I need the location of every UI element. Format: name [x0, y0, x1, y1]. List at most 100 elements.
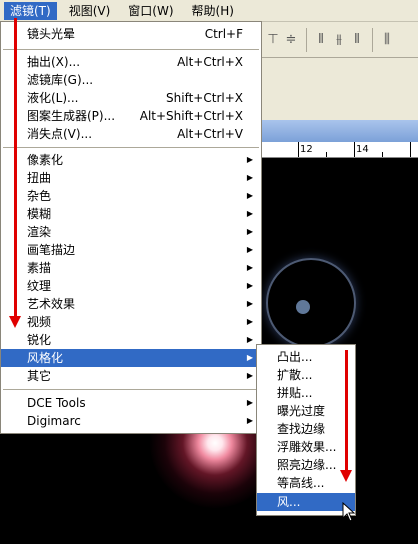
menu-item-filter-gallery[interactable]: 滤镜库(G)... [1, 71, 261, 89]
annotation-arrow-head-icon [9, 316, 21, 328]
menu-item-pixelate[interactable]: 像素化 ▶ [1, 151, 261, 169]
align-middle-icon[interactable]: ≑ [282, 31, 300, 49]
menu-item-label: 图案生成器(P)... [27, 109, 116, 123]
menu-item-shortcut: Shift+Ctrl+X [166, 91, 243, 105]
ruler-tick [298, 142, 299, 157]
menu-item-last-filter[interactable]: 镜头光晕 Ctrl+F [1, 25, 261, 43]
menu-item-render[interactable]: 渲染 ▶ [1, 223, 261, 241]
menu-item-noise[interactable]: 杂色 ▶ [1, 187, 261, 205]
menu-item-pattern-maker[interactable]: 图案生成器(P)... Alt+Shift+Ctrl+X [1, 107, 261, 125]
menu-item-extract[interactable]: 抽出(X)... Alt+Ctrl+X [1, 53, 261, 71]
menu-item-sketch[interactable]: 素描 ▶ [1, 259, 261, 277]
menu-item-liquify[interactable]: 液化(L)... Shift+Ctrl+X [1, 89, 261, 107]
filter-menu-dropdown: 镜头光晕 Ctrl+F 抽出(X)... Alt+Ctrl+X 滤镜库(G)..… [0, 21, 262, 434]
submenu-item-extrude[interactable]: 凸出... [257, 348, 355, 366]
submenu-item-emboss[interactable]: 浮雕效果... [257, 438, 355, 456]
submenu-arrow-icon: ▶ [246, 371, 253, 380]
menu-item-label: 锐化 [27, 333, 52, 347]
submenu-arrow-icon: ▶ [246, 245, 253, 254]
menu-item-label: 艺术效果 [27, 297, 76, 311]
ruler-tick [354, 142, 355, 157]
ruler-tick [326, 152, 327, 157]
menu-window[interactable]: 窗口(W) [122, 2, 179, 20]
stylize-submenu: 凸出... 扩散... 拼贴... 曝光过度 查找边缘 浮雕效果... 照亮边缘… [256, 344, 356, 516]
menu-item-label: 消失点(V)... [27, 127, 93, 141]
menu-item-label: 扭曲 [27, 171, 52, 185]
toolbar-divider [306, 28, 307, 52]
submenu-arrow-icon: ▶ [246, 227, 253, 236]
menu-item-label: 画笔描边 [27, 243, 76, 257]
distribute-right-icon[interactable]: ⫴ [348, 31, 366, 49]
menu-item-label: 像素化 [27, 153, 64, 167]
menu-view[interactable]: 视图(V) [63, 2, 117, 20]
menu-item-label: 风格化 [27, 351, 64, 365]
lens-flare-ring [266, 258, 356, 348]
menu-item-label: 其它 [27, 369, 52, 383]
menu-item-label: Digimarc [27, 414, 81, 428]
toolbar-divider [372, 28, 373, 52]
menu-item-dce-tools[interactable]: DCE Tools ▶ [1, 394, 261, 412]
submenu-item-find-edges[interactable]: 查找边缘 [257, 420, 355, 438]
menu-item-distort[interactable]: 扭曲 ▶ [1, 169, 261, 187]
submenu-item-diffuse[interactable]: 扩散... [257, 366, 355, 384]
menu-item-label: 抽出(X)... [27, 55, 81, 69]
lens-flare-spot [296, 300, 310, 314]
menu-item-shortcut: Alt+Ctrl+X [177, 55, 243, 69]
submenu-arrow-icon: ▶ [246, 173, 253, 182]
menu-item-vanishing-point[interactable]: 消失点(V)... Alt+Ctrl+V [1, 125, 261, 143]
distribute-spacing-icon[interactable]: ⫼ [378, 31, 396, 49]
annotation-arrow-head-icon [340, 470, 352, 482]
menu-item-label: 镜头光晕 [27, 27, 76, 41]
submenu-arrow-icon: ▶ [246, 353, 253, 362]
ruler-tick [410, 142, 411, 157]
ruler-label: 12 [300, 144, 313, 155]
submenu-arrow-icon: ▶ [246, 317, 253, 326]
menu-separator [3, 147, 259, 148]
submenu-arrow-icon: ▶ [246, 263, 253, 272]
menu-item-shortcut: Alt+Ctrl+V [177, 127, 243, 141]
menu-item-blur[interactable]: 模糊 ▶ [1, 205, 261, 223]
menu-item-label: 模糊 [27, 207, 52, 221]
menu-item-artistic[interactable]: 艺术效果 ▶ [1, 295, 261, 313]
menu-item-brush-strokes[interactable]: 画笔描边 ▶ [1, 241, 261, 259]
submenu-arrow-icon: ▶ [246, 398, 253, 407]
menu-item-label: 滤镜库(G)... [27, 73, 94, 87]
menu-item-sharpen[interactable]: 锐化 ▶ [1, 331, 261, 349]
menu-item-shortcut: Alt+Shift+Ctrl+X [139, 109, 243, 123]
submenu-arrow-icon: ▶ [246, 191, 253, 200]
submenu-arrow-icon: ▶ [246, 416, 253, 425]
mouse-pointer-icon [342, 502, 356, 522]
submenu-item-tiles[interactable]: 拼贴... [257, 384, 355, 402]
submenu-item-wind[interactable]: 风... [257, 493, 355, 511]
menu-item-shortcut: Ctrl+F [204, 27, 243, 41]
align-top-icon[interactable]: ⊤ [264, 31, 282, 49]
menu-filter[interactable]: 滤镜(T) [4, 1, 57, 20]
menu-item-digimarc[interactable]: Digimarc ▶ [1, 412, 261, 430]
menu-separator [3, 389, 259, 390]
menu-item-label: 视频 [27, 315, 52, 329]
submenu-arrow-icon: ▶ [246, 281, 253, 290]
ruler-label: 14 [356, 144, 369, 155]
menu-item-label: 杂色 [27, 189, 52, 203]
menu-item-label: 液化(L)... [27, 91, 79, 105]
workspace-background [262, 58, 418, 120]
submenu-arrow-icon: ▶ [246, 335, 253, 344]
distribute-left-icon[interactable]: ⫴ [312, 31, 330, 49]
ruler-tick [382, 152, 383, 157]
submenu-arrow-icon: ▶ [246, 299, 253, 308]
annotation-arrow-line [345, 350, 348, 472]
menu-item-other[interactable]: 其它 ▶ [1, 367, 261, 385]
document-titlebar[interactable] [262, 120, 418, 142]
menu-help[interactable]: 帮助(H) [186, 2, 240, 20]
menu-item-texture[interactable]: 纹理 ▶ [1, 277, 261, 295]
options-toolbar: ⊤ ≑ ⫴ ⫵ ⫴ ⫼ [262, 22, 418, 58]
menubar: 滤镜(T) 视图(V) 窗口(W) 帮助(H) [0, 0, 418, 22]
menu-item-stylize[interactable]: 风格化 ▶ [1, 349, 261, 367]
annotation-arrow-line [14, 18, 17, 318]
distribute-center-icon[interactable]: ⫵ [330, 31, 348, 49]
menu-item-video[interactable]: 视频 ▶ [1, 313, 261, 331]
submenu-item-solarize[interactable]: 曝光过度 [257, 402, 355, 420]
menu-separator [3, 49, 259, 50]
menu-item-label: 纹理 [27, 279, 52, 293]
menu-item-label: 素描 [27, 261, 52, 275]
